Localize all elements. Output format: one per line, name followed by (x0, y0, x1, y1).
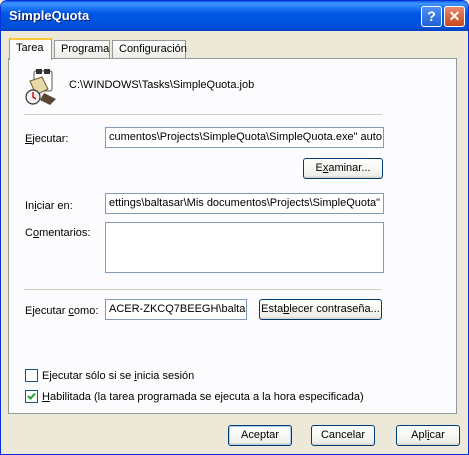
only-logged-on-box[interactable] (25, 369, 38, 382)
only-logged-on-checkbox[interactable]: Ejecutar sólo si se inicia sesión (25, 369, 194, 383)
task-file-path: C:\WINDOWS\Tasks\SimpleQuota.job (69, 79, 255, 91)
checkmark-icon (27, 392, 36, 400)
task-properties-window: SimpleQuota ? ✕ Tarea Programa Configura… (0, 0, 469, 455)
separator-bottom (24, 289, 382, 290)
tab-programa-label: Programa (61, 43, 110, 55)
cancel-button[interactable]: Cancelar (311, 425, 375, 446)
tab-configuracion-label: Configuración (119, 43, 187, 55)
start-in-label: Iniciar en: (25, 200, 73, 212)
run-input[interactable]: cumentos\Projects\SimpleQuota\SimpleQuot… (105, 127, 384, 148)
help-button[interactable]: ? (421, 6, 442, 27)
enabled-box[interactable] (25, 390, 38, 403)
run-input-value: cumentos\Projects\SimpleQuota\SimpleQuot… (109, 131, 382, 143)
separator-top (24, 114, 382, 115)
enabled-checkbox[interactable]: Habilitada (la tarea programada se ejecu… (25, 390, 364, 404)
tab-programa[interactable]: Programa (54, 40, 110, 58)
browse-button[interactable]: Examinar... (303, 158, 383, 179)
only-logged-on-label: Ejecutar sólo si se inicia sesión (42, 369, 195, 382)
apply-button[interactable]: Aplicar (396, 425, 460, 446)
tab-configuracion[interactable]: Configuración (112, 40, 187, 58)
start-in-input-value: ettings\baltasar\Mis documentos\Projects… (109, 197, 381, 209)
run-as-input-value: ACER-ZKCQ7BEEGH\balta (109, 303, 246, 315)
title-bar[interactable]: SimpleQuota ? ✕ (1, 1, 468, 31)
scheduled-task-icon (25, 69, 56, 105)
comments-textarea[interactable] (105, 222, 384, 273)
run-as-input[interactable]: ACER-ZKCQ7BEEGH\balta (105, 299, 247, 320)
window-title: SimpleQuota (9, 8, 90, 23)
run-as-label: Ejecutar como: (25, 305, 99, 317)
ok-button[interactable]: Aceptar (228, 425, 292, 446)
start-in-input[interactable]: ettings\baltasar\Mis documentos\Projects… (105, 193, 384, 214)
close-button[interactable]: ✕ (444, 6, 465, 27)
tab-tarea-label: Tarea (16, 42, 44, 54)
comments-label: Comentarios: (25, 227, 91, 239)
tab-tarea[interactable]: Tarea (9, 38, 52, 60)
run-label: Ejecutar: (25, 133, 69, 145)
set-password-button[interactable]: Establecer contraseña... (259, 299, 382, 320)
enabled-label: Habilitada (la tarea programada se ejecu… (42, 390, 364, 403)
